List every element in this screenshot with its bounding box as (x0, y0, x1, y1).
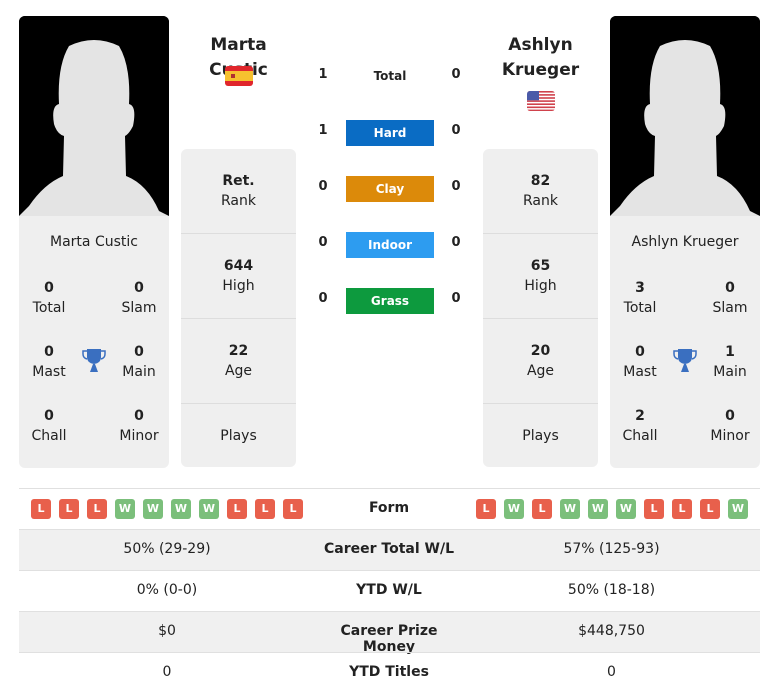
h2h-indoor-p1: 0 (318, 235, 328, 250)
form-badge: L (700, 499, 720, 519)
player2-prize-money: $448,750 (578, 623, 645, 639)
h2h-total-label: Total (373, 69, 407, 83)
player1-ytd-wl: 0% (0-0) (136, 582, 198, 598)
form-badge: W (504, 499, 524, 519)
player2-titles-slam: 0 Slam (712, 280, 748, 316)
ytd-titles-label: YTD Titles (349, 664, 429, 680)
player1-plays: Plays (220, 428, 257, 444)
player1-career-wl: 50% (29-29) (123, 541, 211, 557)
h2h-hard-p1: 1 (318, 123, 328, 138)
form-badge: L (31, 499, 51, 519)
player2-titles-mast: 0 Mast (623, 344, 657, 380)
career-wl-label: Career Total W/L (324, 541, 454, 557)
player2-titles-main: 1 Main (713, 344, 747, 380)
h2h-grass-p2: 0 (451, 291, 461, 306)
player1-titles-minor: 0 Minor (119, 408, 159, 444)
player2-stats-card: 82 Rank 65 High 20 Age Plays (483, 149, 598, 467)
form-badge: L (672, 499, 692, 519)
form-badge: W (199, 499, 219, 519)
player2-titles-chall: 2 Chall (622, 408, 658, 444)
player2-age: 20 Age (483, 319, 598, 404)
player1-card: Marta Custic 0 Total 0 Slam 0 Mast 0 Main 0C… (19, 216, 169, 468)
form-badge: W (143, 499, 163, 519)
player1-form: LLLWWWWLLL (31, 499, 311, 519)
silhouette-icon (610, 16, 760, 216)
h2h-indoor-p2: 0 (451, 235, 461, 250)
surface-clay-label[interactable]: Clay (346, 176, 434, 202)
form-badge: L (476, 499, 496, 519)
player1-titles-slam: 0 Slam (121, 280, 157, 316)
player1-card-name: Marta Custic (50, 234, 138, 250)
player2-form: LWLWWWLLLW (476, 499, 756, 519)
player2-photo (610, 16, 760, 216)
player2-high: 65 High (483, 234, 598, 319)
player2-card-name: Ashlyn Krueger (631, 234, 739, 250)
surface-indoor-label[interactable]: Indoor (346, 232, 434, 258)
form-badge: L (87, 499, 107, 519)
player2-titles-minor: 0 Minor (710, 408, 750, 444)
player2-career-wl: 57% (125-93) (563, 541, 660, 557)
career-wl-row: 50% (29-29) Career Total W/L 57% (125-93… (19, 529, 760, 570)
h2h-hard-p2: 0 (451, 123, 461, 138)
silhouette-icon (19, 16, 169, 216)
player2-plays: Plays (522, 428, 559, 444)
player1-titles-mast: 0 Mast (32, 344, 66, 380)
player1-ytd-titles: 0 (162, 664, 172, 680)
h2h-grass-p1: 0 (318, 291, 328, 306)
prize-money-label: Career Prize Money (340, 623, 438, 655)
ytd-titles-row: 0 YTD Titles 0 (19, 652, 760, 693)
player1-titles-main: 0 Main (122, 344, 156, 380)
form-row: LLLWWWWLLL Form LWLWWWLLLW (19, 488, 760, 529)
ytd-wl-label: YTD W/L (356, 582, 422, 598)
form-badge: W (560, 499, 580, 519)
surface-grass-label[interactable]: Grass (346, 288, 434, 314)
form-badge: W (616, 499, 636, 519)
player2-ytd-wl: 50% (18-18) (567, 582, 656, 598)
h2h-total-p1: 1 (318, 67, 328, 82)
trophy-icon (82, 349, 106, 372)
spain-flag-icon (225, 66, 253, 86)
form-badge: W (728, 499, 748, 519)
form-badge: L (532, 499, 552, 519)
player1-titles-chall: 0 Chall (31, 408, 67, 444)
player1-age: 22 Age (181, 319, 296, 404)
prize-money-row: $0 Career Prize Money $448,750 (19, 611, 760, 655)
form-badge: L (255, 499, 275, 519)
form-badge: W (115, 499, 135, 519)
trophy-icon (673, 349, 697, 372)
h2h-clay-p2: 0 (451, 179, 461, 194)
player2-ytd-titles: 0 (607, 664, 616, 680)
player1-photo (19, 16, 169, 216)
form-badge: L (644, 499, 664, 519)
player1-prize-money: $0 (158, 623, 176, 639)
form-badge: W (171, 499, 191, 519)
surface-hard-label[interactable]: Hard (346, 120, 434, 146)
player1-high: 644 High (181, 234, 296, 319)
player1-stats-card: Ret. Rank 644 High 22 Age Plays (181, 149, 296, 467)
form-badge: L (283, 499, 303, 519)
form-badge: W (588, 499, 608, 519)
player1-rank: Ret. Rank (181, 149, 296, 234)
h2h-clay-p1: 0 (318, 179, 328, 194)
player2-card: Ashlyn Krueger 3 Total 0 Slam 0 Mast 1 Main … (610, 216, 760, 468)
player1-titles-total: 0 Total (32, 280, 66, 316)
h2h-total-p2: 0 (451, 67, 461, 82)
player2-name[interactable]: Ashlyn Krueger (483, 33, 598, 83)
form-label: Form (368, 500, 410, 516)
ytd-wl-row: 0% (0-0) YTD W/L 50% (18-18) (19, 570, 760, 611)
player2-titles-total: 3 Total (623, 280, 657, 316)
usa-flag-icon (527, 91, 555, 111)
player2-rank: 82 Rank (483, 149, 598, 234)
form-badge: L (59, 499, 79, 519)
form-badge: L (227, 499, 247, 519)
